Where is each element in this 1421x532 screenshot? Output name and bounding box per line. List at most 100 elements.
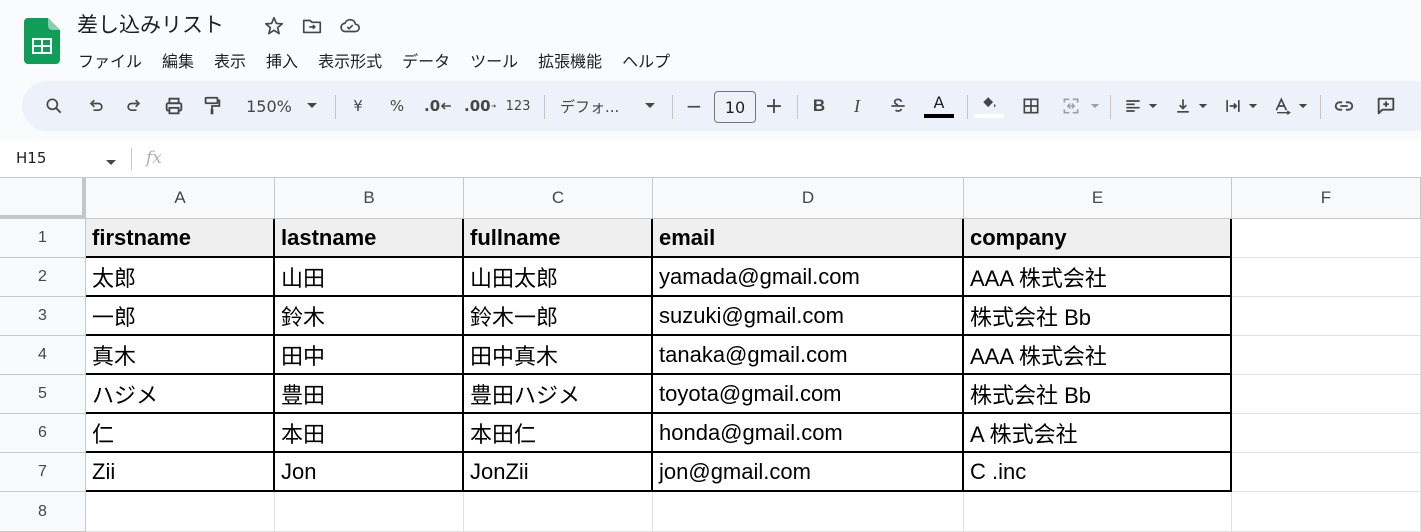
cell-a8[interactable] [86, 492, 275, 532]
cell-d1[interactable]: email [653, 219, 964, 258]
menu-view[interactable]: 表示 [214, 46, 256, 74]
cell-d2[interactable]: yamada@gmail.com [653, 258, 964, 297]
menu-tools[interactable]: ツール [470, 46, 528, 74]
cell-d3[interactable]: suzuki@gmail.com [653, 297, 964, 336]
insert-comment-icon[interactable] [1372, 81, 1400, 131]
cell-b7[interactable]: Jon [275, 453, 464, 492]
cell-f7[interactable] [1232, 453, 1421, 492]
cell-b4[interactable]: 田中 [275, 336, 464, 375]
decrease-decimal-button[interactable]: .0 [424, 81, 452, 131]
font-caret-icon[interactable] [640, 81, 660, 131]
cell-a1[interactable]: firstname [86, 219, 275, 258]
menu-extensions[interactable]: 拡張機能 [538, 46, 612, 74]
text-rotation-caret-icon[interactable] [1296, 81, 1310, 131]
cell-d8[interactable] [653, 492, 964, 532]
cell-e8[interactable] [964, 492, 1232, 532]
cell-a4[interactable]: 真木 [86, 336, 275, 375]
percent-format-button[interactable]: % [386, 81, 408, 131]
cell-c3[interactable]: 鈴木一郎 [464, 297, 653, 336]
cell-d4[interactable]: tanaka@gmail.com [653, 336, 964, 375]
menu-format[interactable]: 表示形式 [318, 46, 392, 74]
cell-b5[interactable]: 豊田 [275, 375, 464, 414]
column-header-c[interactable]: C [464, 178, 653, 219]
undo-icon[interactable] [82, 81, 110, 131]
cell-e6[interactable]: A 株式会社 [964, 414, 1232, 453]
sheets-logo-icon[interactable] [24, 18, 60, 64]
cell-e5[interactable]: 株式会社 Bb [964, 375, 1232, 414]
cell-c1[interactable]: fullname [464, 219, 653, 258]
menu-file[interactable]: ファイル [78, 46, 152, 74]
menu-help[interactable]: ヘルプ [622, 46, 680, 74]
zoom-select[interactable]: 150% [244, 81, 294, 131]
paint-format-icon[interactable] [198, 81, 226, 131]
cell-c4[interactable]: 田中真木 [464, 336, 653, 375]
italic-button[interactable]: I [846, 81, 868, 131]
cell-b8[interactable] [275, 492, 464, 532]
cell-b2[interactable]: 山田 [275, 258, 464, 297]
cell-a7[interactable]: Zii [86, 453, 275, 492]
cell-a3[interactable]: 一郎 [86, 297, 275, 336]
cell-f1[interactable] [1232, 219, 1421, 258]
cell-f2[interactable] [1232, 258, 1421, 297]
vertical-align-icon[interactable] [1170, 81, 1196, 131]
merge-caret-icon[interactable] [1088, 81, 1102, 131]
increase-font-size-button[interactable]: + [762, 81, 786, 131]
horizontal-align-icon[interactable] [1120, 81, 1146, 131]
more-formats-button[interactable]: 123 [504, 81, 532, 131]
menu-edit[interactable]: 編集 [162, 46, 204, 74]
cell-f4[interactable] [1232, 336, 1421, 375]
name-box[interactable]: H15 [16, 149, 46, 167]
currency-format-button[interactable]: ¥ [348, 81, 368, 131]
cell-a5[interactable]: ハジメ [86, 375, 275, 414]
cell-e3[interactable]: 株式会社 Bb [964, 297, 1232, 336]
font-family-select[interactable]: デフォ... [560, 81, 630, 131]
select-all-corner[interactable] [0, 178, 86, 219]
text-wrap-icon[interactable] [1220, 81, 1246, 131]
text-wrap-caret-icon[interactable] [1246, 81, 1260, 131]
cell-e2[interactable]: AAA 株式会社 [964, 258, 1232, 297]
cell-f8[interactable] [1232, 492, 1421, 532]
cell-c5[interactable]: 豊田ハジメ [464, 375, 653, 414]
cell-b3[interactable]: 鈴木 [275, 297, 464, 336]
cell-f5[interactable] [1232, 375, 1421, 414]
column-header-d[interactable]: D [653, 178, 964, 219]
strikethrough-icon[interactable] [886, 81, 910, 131]
cell-f6[interactable] [1232, 414, 1421, 453]
cell-c6[interactable]: 本田仁 [464, 414, 653, 453]
bold-button[interactable]: B [808, 81, 830, 131]
move-folder-icon[interactable] [300, 14, 324, 38]
row-header-3[interactable]: 3 [0, 297, 86, 336]
cell-c8[interactable] [464, 492, 653, 532]
cell-b6[interactable]: 本田 [275, 414, 464, 453]
row-header-2[interactable]: 2 [0, 258, 86, 297]
cell-c2[interactable]: 山田太郎 [464, 258, 653, 297]
text-rotation-icon[interactable] [1270, 81, 1296, 131]
search-icon[interactable] [40, 81, 68, 131]
cell-f3[interactable] [1232, 297, 1421, 336]
cell-b1[interactable]: lastname [275, 219, 464, 258]
cell-c7[interactable]: JonZii [464, 453, 653, 492]
cell-d5[interactable]: toyota@gmail.com [653, 375, 964, 414]
font-size-input[interactable]: 10 [714, 91, 756, 123]
increase-decimal-button[interactable]: .00 [464, 81, 496, 131]
row-header-4[interactable]: 4 [0, 336, 86, 375]
row-header-1[interactable]: 1 [0, 219, 86, 258]
cell-e7[interactable]: C .inc [964, 453, 1232, 492]
merge-cells-icon[interactable] [1058, 81, 1084, 131]
cell-a2[interactable]: 太郎 [86, 258, 275, 297]
cell-e1[interactable]: company [964, 219, 1232, 258]
row-header-8[interactable]: 8 [0, 492, 86, 532]
text-color-button[interactable]: A [924, 81, 954, 131]
cloud-saved-icon[interactable] [338, 14, 362, 38]
star-icon[interactable] [262, 14, 286, 38]
column-header-e[interactable]: E [964, 178, 1232, 219]
menu-insert[interactable]: 挿入 [266, 46, 308, 74]
cell-d6[interactable]: honda@gmail.com [653, 414, 964, 453]
column-header-a[interactable]: A [86, 178, 275, 219]
decrease-font-size-button[interactable]: − [682, 81, 706, 131]
redo-icon[interactable] [120, 81, 148, 131]
horizontal-align-caret-icon[interactable] [1146, 81, 1160, 131]
print-icon[interactable] [160, 81, 188, 131]
row-header-6[interactable]: 6 [0, 414, 86, 453]
column-header-b[interactable]: B [275, 178, 464, 219]
